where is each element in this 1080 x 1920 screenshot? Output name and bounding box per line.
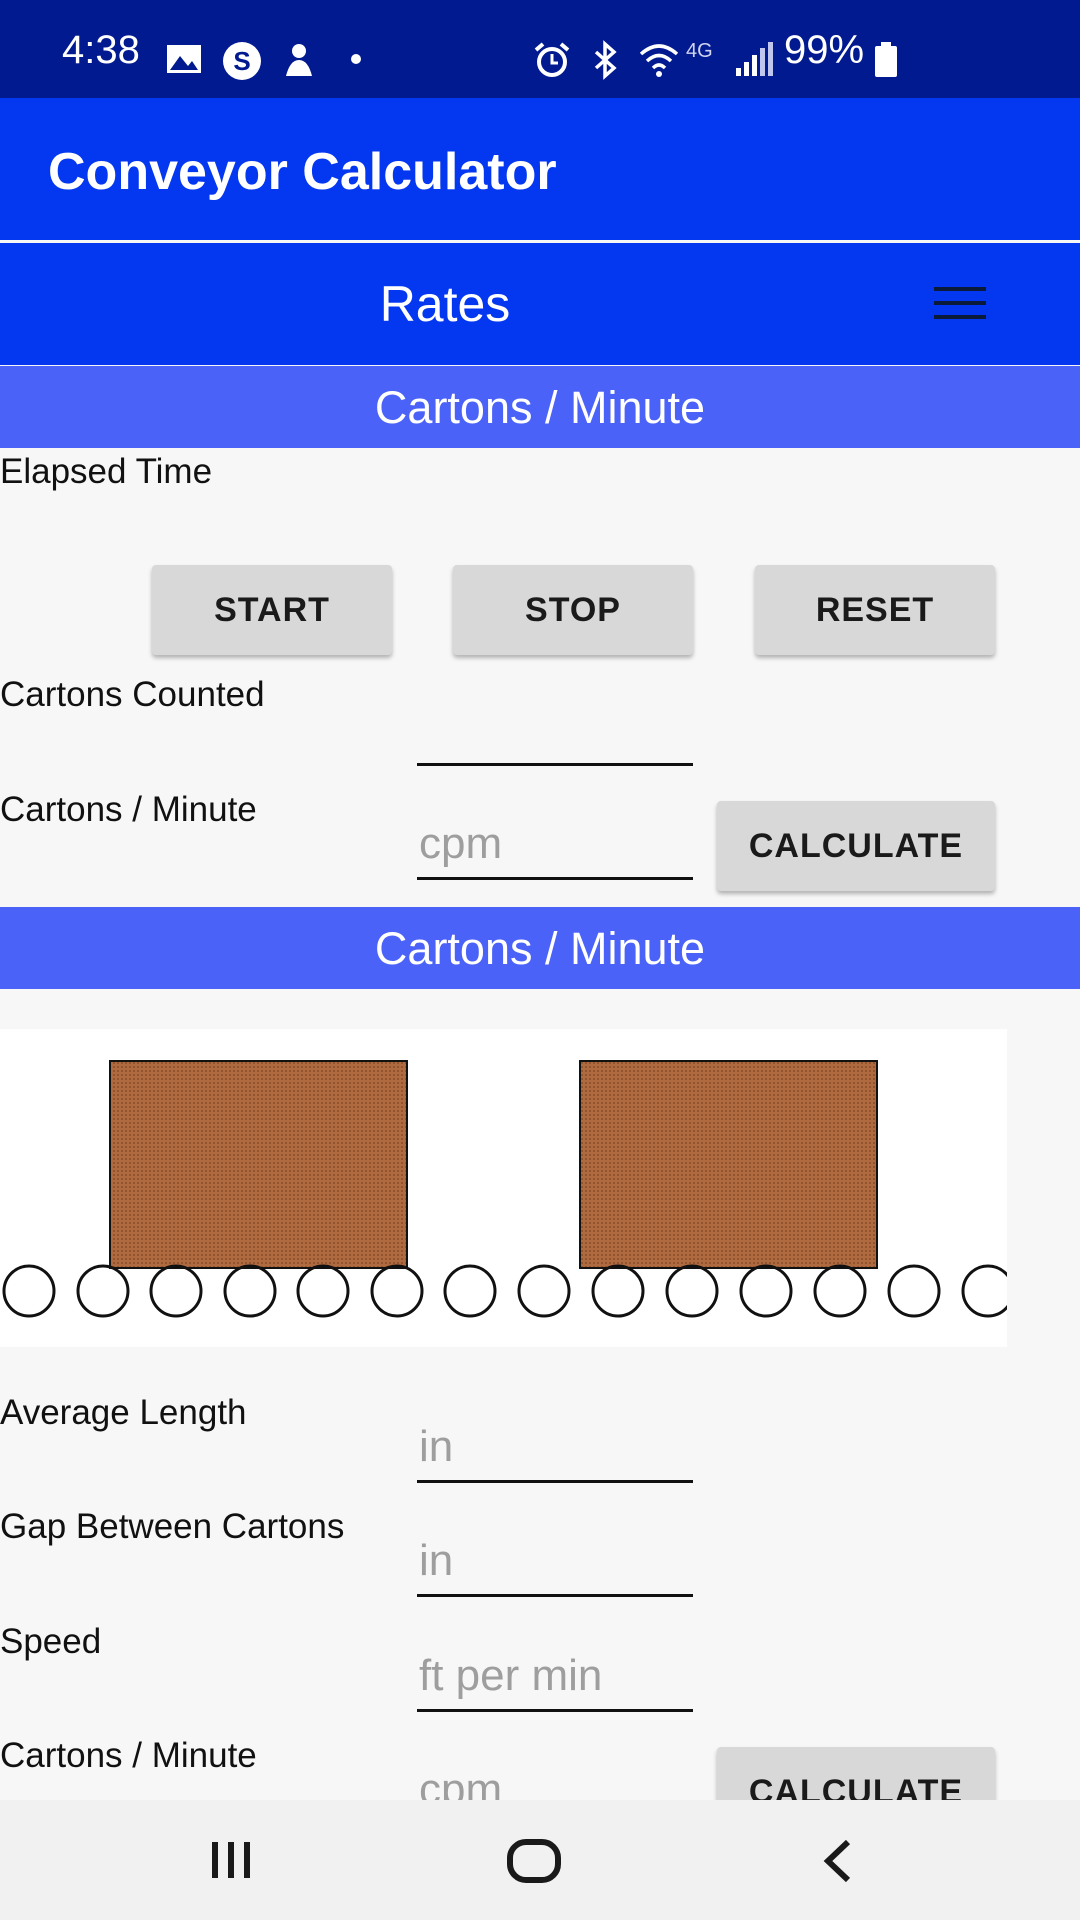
cpm-placeholder: cpm	[419, 819, 503, 868]
signal-icon	[736, 42, 773, 76]
average-length-placeholder: in	[419, 1422, 454, 1471]
status-time: 4:38	[62, 28, 140, 72]
app-bar: Conveyor Calculator	[0, 98, 1080, 240]
page-toolbar: Rates	[0, 243, 1080, 365]
page-title: Rates	[379, 276, 511, 332]
average-length-input[interactable]: in	[417, 1403, 693, 1483]
recent-apps-icon[interactable]	[206, 1838, 256, 1882]
network-type: 4G	[686, 40, 713, 62]
cartons-counted-label: Cartons Counted	[0, 675, 265, 714]
conveyor-illustration	[0, 1029, 1007, 1347]
battery-level: 99%	[784, 28, 865, 72]
calculate-button[interactable]: CALCULATE	[717, 801, 995, 891]
average-length-label: Average Length	[0, 1393, 247, 1432]
alarm-icon	[534, 42, 570, 77]
carton-box	[109, 1060, 408, 1269]
navigation-bar	[0, 1800, 1080, 1920]
hamburger-menu-icon[interactable]	[920, 265, 1000, 345]
app-title: Conveyor Calculator	[48, 143, 557, 201]
battery-icon	[875, 42, 897, 77]
dot-icon	[351, 54, 361, 64]
cpm-label: Cartons / Minute	[0, 790, 257, 829]
cpm-label-2: Cartons / Minute	[0, 1736, 257, 1775]
svg-text:S: S	[233, 46, 250, 76]
notification-icon	[286, 44, 312, 76]
speed-label: Speed	[0, 1622, 102, 1661]
reset-button[interactable]: RESET	[755, 565, 995, 655]
stop-button[interactable]: STOP	[453, 565, 693, 655]
section-header-spacing: Cartons / Minute	[0, 907, 1080, 989]
gap-input[interactable]: in	[417, 1517, 693, 1597]
section-header-timer: Cartons / Minute	[0, 366, 1080, 448]
speed-input[interactable]: ft per min	[417, 1632, 693, 1712]
image-icon	[167, 45, 201, 73]
home-icon[interactable]	[506, 1838, 562, 1884]
carton-box	[579, 1060, 878, 1269]
elapsed-time-label: Elapsed Time	[0, 452, 213, 491]
start-button[interactable]: START	[152, 565, 392, 655]
cartons-counted-input[interactable]	[417, 700, 693, 766]
speed-placeholder: ft per min	[419, 1651, 603, 1700]
status-bar: 4:38 S 4G 99%	[0, 0, 1080, 98]
back-icon[interactable]	[818, 1838, 858, 1884]
bluetooth-icon	[594, 40, 617, 80]
gap-label: Gap Between Cartons	[0, 1507, 345, 1546]
s-app-icon: S	[223, 42, 261, 80]
gap-placeholder: in	[419, 1536, 454, 1585]
wifi-icon	[639, 44, 679, 77]
cpm-output-field[interactable]: cpm	[417, 800, 693, 880]
